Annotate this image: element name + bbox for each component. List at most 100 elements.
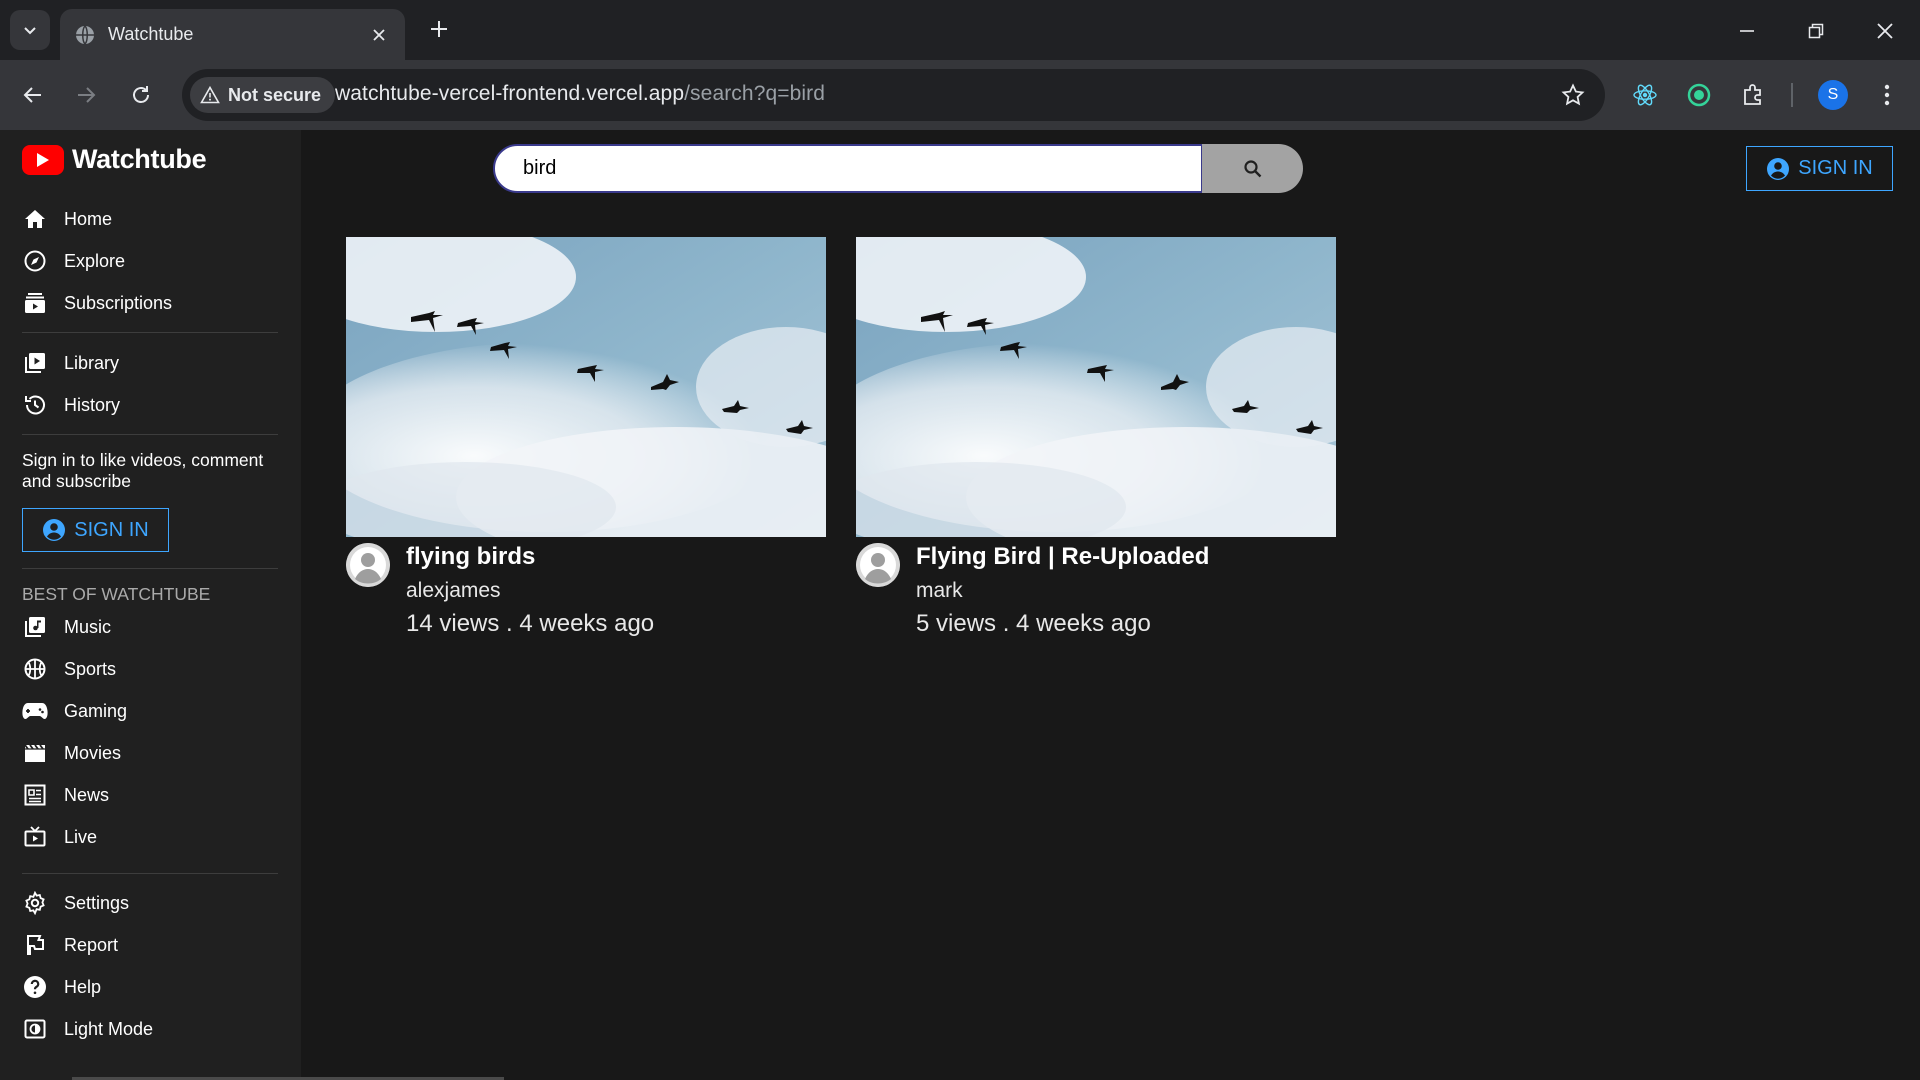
toolbar-separator	[1791, 83, 1793, 107]
tab-close-button[interactable]	[367, 23, 391, 47]
sidebar-item-label: Help	[64, 976, 102, 997]
view-count: 5 views	[916, 610, 997, 637]
video-thumbnail[interactable]	[856, 237, 1336, 537]
sidebar-item-home[interactable]: Home	[22, 204, 112, 234]
home-icon	[22, 206, 48, 232]
profile-avatar[interactable]: S	[1818, 80, 1848, 110]
sidebar-divider	[22, 332, 278, 333]
sidebar-item-live[interactable]: Live	[22, 822, 97, 852]
gear-icon	[22, 890, 48, 916]
extensions-button[interactable]	[1737, 79, 1769, 111]
channel-name[interactable]: alexjames	[406, 579, 501, 603]
new-tab-button[interactable]	[424, 14, 454, 44]
live-tv-icon	[22, 824, 48, 850]
green-ring-extension[interactable]	[1683, 79, 1715, 111]
sidebar-item-label: History	[64, 394, 121, 415]
account-circle-icon	[43, 519, 66, 541]
sidebar-item-movies[interactable]: Movies	[22, 738, 121, 768]
play-logo-icon	[22, 144, 64, 175]
browser-toolbar: Not secure watchtube-vercel-frontend.ver…	[0, 60, 1920, 130]
more-vertical-icon	[1884, 84, 1890, 106]
help-icon	[22, 974, 48, 1000]
back-button[interactable]	[14, 76, 52, 114]
sidebar-item-explore[interactable]: Explore	[22, 246, 125, 276]
section-title: BEST OF WATCHTUBE	[22, 584, 211, 604]
url-host: watchtube-vercel-frontend.vercel.app	[335, 82, 685, 105]
address-bar[interactable]: Not secure watchtube-vercel-frontend.ver…	[182, 69, 1605, 121]
sidebar-item-label: Light Mode	[64, 1018, 154, 1039]
sidebar-divider	[22, 568, 278, 569]
sidebar-signin-button[interactable]: SIGN IN	[22, 508, 169, 552]
view-count: 14 views	[406, 610, 500, 637]
video-meta: 5 views . 4 weeks ago	[916, 610, 1151, 637]
signin-label: SIGN IN	[74, 518, 149, 541]
sidebar-item-label: Report	[64, 934, 119, 955]
star-icon	[1561, 83, 1585, 106]
video-title[interactable]: Flying Bird | Re-Uploaded	[916, 543, 1209, 571]
music-library-icon	[22, 614, 48, 640]
security-chip[interactable]: Not secure	[190, 77, 336, 113]
sidebar-item-label: Settings	[64, 892, 130, 913]
sidebar-item-news[interactable]: News	[22, 780, 109, 810]
url-path: /search?q=bird	[684, 82, 826, 105]
warning-icon	[200, 86, 220, 104]
compass-icon	[22, 248, 48, 274]
app-logo[interactable]: Watchtube	[22, 144, 207, 175]
close-icon	[373, 29, 385, 41]
sidebar-item-music[interactable]: Music	[22, 612, 111, 642]
bookmark-button[interactable]	[1561, 83, 1585, 107]
video-thumbnail[interactable]	[346, 237, 826, 537]
flag-icon	[22, 932, 48, 958]
sidebar-item-light-mode[interactable]: Light Mode	[22, 1014, 153, 1044]
channel-avatar[interactable]	[856, 543, 900, 587]
forward-button[interactable]	[67, 76, 105, 114]
video-title[interactable]: flying birds	[406, 543, 535, 571]
url-text[interactable]: watchtube-vercel-frontend.vercel.app/sea…	[335, 82, 825, 106]
video-meta: 14 views . 4 weeks ago	[406, 610, 655, 637]
close-window-button[interactable]	[1868, 14, 1902, 48]
search-icon	[1243, 159, 1261, 177]
browser-menu-button[interactable]	[1871, 79, 1903, 111]
react-devtools-extension[interactable]	[1629, 79, 1661, 111]
tab-title: Watchtube	[108, 24, 194, 44]
sidebar-item-settings[interactable]: Settings	[22, 888, 129, 918]
tab-search-button[interactable]	[10, 10, 50, 50]
search-button[interactable]	[1202, 144, 1303, 193]
sidebar-item-label: Gaming	[64, 700, 128, 721]
globe-icon	[76, 24, 94, 45]
browser-tab-active[interactable]: Watchtube	[60, 9, 405, 60]
app-name: Watchtube	[72, 144, 207, 174]
sidebar-item-subscriptions[interactable]: Subscriptions	[22, 288, 172, 318]
minimize-button[interactable]	[1730, 14, 1764, 48]
signin-message: Sign in to like videos, comment and subs…	[22, 450, 264, 491]
sidebar-divider	[22, 434, 278, 435]
gamepad-icon	[22, 698, 48, 724]
channel-name[interactable]: mark	[916, 579, 963, 603]
sidebar-item-help[interactable]: Help	[22, 972, 101, 1002]
restore-icon	[1808, 23, 1824, 39]
sidebar-item-library[interactable]: Library	[22, 348, 119, 378]
newspaper-icon	[22, 782, 48, 808]
brightness-icon	[22, 1016, 48, 1042]
search-input[interactable]: bird	[493, 144, 1203, 193]
sidebar-item-label: Home	[64, 208, 113, 229]
upload-age: 4 weeks ago	[1016, 610, 1151, 637]
account-circle-icon	[1767, 157, 1790, 180]
channel-avatar[interactable]	[346, 543, 390, 587]
sidebar-item-label: News	[64, 784, 110, 805]
restore-button[interactable]	[1799, 14, 1833, 48]
video-library-icon	[22, 350, 48, 376]
sidebar-item-label: Sports	[64, 658, 117, 679]
sports-ball-icon	[22, 656, 48, 682]
sidebar-item-sports[interactable]: Sports	[22, 654, 116, 684]
close-icon	[1877, 23, 1893, 39]
signin-label: SIGN IN	[1798, 157, 1873, 179]
sidebar-item-label: Explore	[64, 250, 126, 271]
sidebar-item-label: Library	[64, 352, 120, 373]
reload-button[interactable]	[122, 76, 160, 114]
sidebar-item-gaming[interactable]: Gaming	[22, 696, 127, 726]
sidebar-item-history[interactable]: History	[22, 390, 120, 420]
sidebar-item-report[interactable]: Report	[22, 930, 118, 960]
sidebar-item-label: Subscriptions	[64, 292, 173, 313]
header-signin-button[interactable]: SIGN IN	[1746, 146, 1893, 191]
